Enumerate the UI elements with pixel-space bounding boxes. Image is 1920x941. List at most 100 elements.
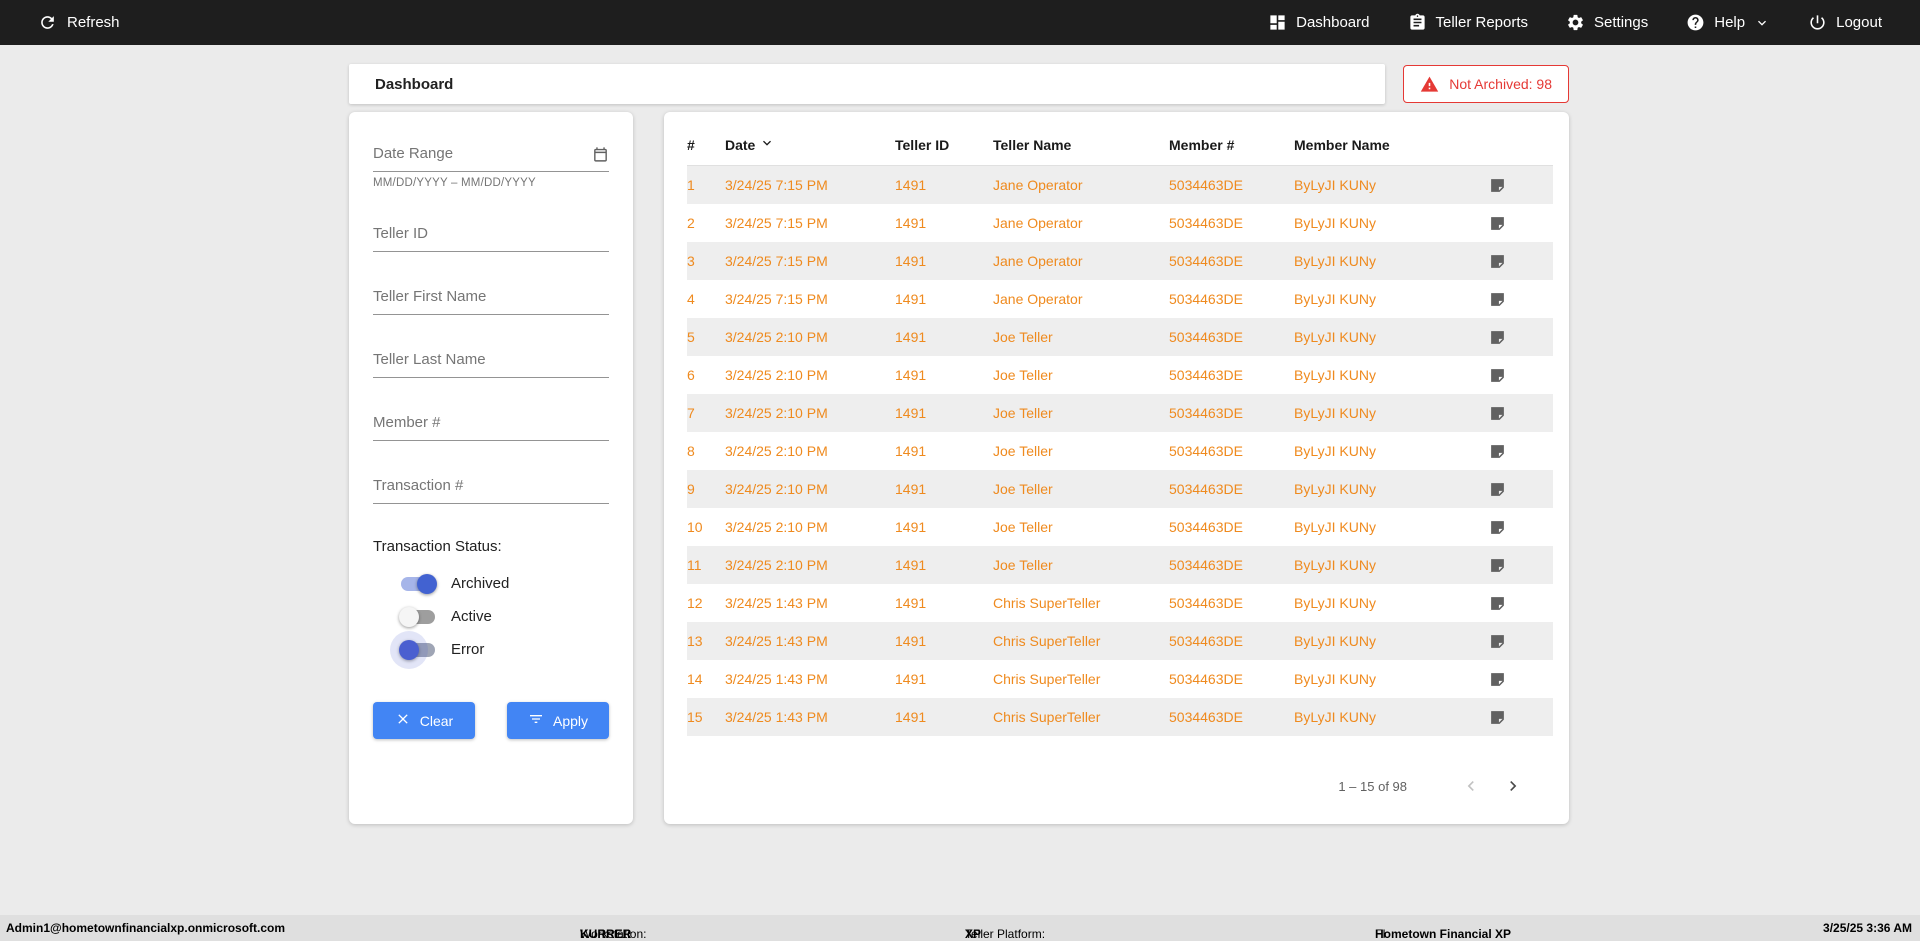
nav-teller-reports-label: Teller Reports [1435, 14, 1529, 31]
table-row[interactable]: 1 3/24/25 7:15 PM 1491 Jane Operator 503… [687, 166, 1553, 204]
note-icon[interactable] [1487, 367, 1553, 384]
note-icon[interactable] [1487, 671, 1553, 688]
table-row[interactable]: 10 3/24/25 2:10 PM 1491 Joe Teller 50344… [687, 508, 1553, 546]
refresh-label: Refresh [67, 14, 120, 31]
cell-num: 2 [687, 215, 695, 231]
cell-teller-id: 1491 [895, 215, 927, 231]
reports-icon [1408, 13, 1427, 32]
refresh-icon [38, 13, 57, 32]
cell-member-name: ByLyJI KUNy [1294, 595, 1376, 611]
table-row[interactable]: 14 3/24/25 1:43 PM 1491 Chris SuperTelle… [687, 660, 1553, 698]
cell-member-num: 5034463DE [1169, 595, 1243, 611]
date-range-input[interactable] [373, 138, 609, 172]
cell-date: 3/24/25 1:43 PM [725, 671, 828, 687]
table-row[interactable]: 15 3/24/25 1:43 PM 1491 Chris SuperTelle… [687, 698, 1553, 736]
table-row[interactable]: 11 3/24/25 2:10 PM 1491 Joe Teller 50344… [687, 546, 1553, 584]
table-row[interactable]: 7 3/24/25 2:10 PM 1491 Joe Teller 503446… [687, 394, 1553, 432]
cell-teller-id: 1491 [895, 519, 927, 535]
cell-date: 3/24/25 2:10 PM [725, 329, 828, 345]
note-icon[interactable] [1487, 329, 1553, 346]
cell-member-num: 5034463DE [1169, 443, 1243, 459]
table-row[interactable]: 2 3/24/25 7:15 PM 1491 Jane Operator 503… [687, 204, 1553, 242]
clear-button[interactable]: Clear [373, 702, 475, 739]
teller-last-name-input[interactable] [373, 344, 609, 378]
teller-first-name-input[interactable] [373, 281, 609, 315]
col-num[interactable]: # [687, 137, 725, 153]
cell-member-num: 5034463DE [1169, 709, 1243, 725]
note-icon[interactable] [1487, 177, 1553, 194]
transaction-number-input[interactable] [373, 470, 609, 504]
calendar-icon[interactable] [592, 146, 609, 168]
chevron-down-icon [1754, 15, 1770, 31]
transaction-status-label: Transaction Status: [373, 538, 502, 555]
col-date[interactable]: Date [725, 135, 895, 154]
page-next-button[interactable] [1501, 774, 1525, 798]
page-prev-button[interactable] [1459, 774, 1483, 798]
cell-teller-id: 1491 [895, 329, 927, 345]
help-icon [1686, 13, 1705, 32]
cell-teller-id: 1491 [895, 443, 927, 459]
cell-num: 10 [687, 519, 703, 535]
note-icon[interactable] [1487, 405, 1553, 422]
cell-member-name: ByLyJI KUNy [1294, 253, 1376, 269]
cell-member-name: ByLyJI KUNy [1294, 177, 1376, 193]
nav-dashboard[interactable]: Dashboard [1268, 13, 1370, 32]
nav-settings[interactable]: Settings [1566, 13, 1648, 32]
note-icon[interactable] [1487, 481, 1553, 498]
table-row[interactable]: 3 3/24/25 7:15 PM 1491 Jane Operator 503… [687, 242, 1553, 280]
dashboard-icon [1268, 13, 1287, 32]
member-number-input[interactable] [373, 407, 609, 441]
cell-teller-name: Joe Teller [993, 557, 1053, 573]
note-icon[interactable] [1487, 519, 1553, 536]
archived-switch[interactable] [401, 573, 437, 594]
toggle-archived[interactable]: Archived [373, 573, 609, 594]
apply-button-label: Apply [552, 712, 589, 729]
status-bar: Admin1@hometownfinancialxp.onmicrosoft.c… [0, 915, 1920, 941]
teller-id-input[interactable] [373, 218, 609, 252]
nav-logout-label: Logout [1836, 14, 1882, 31]
pagination-range: 1 – 15 of 98 [1338, 778, 1407, 794]
nav-logout[interactable]: Logout [1808, 13, 1882, 32]
table-row[interactable]: 9 3/24/25 2:10 PM 1491 Joe Teller 503446… [687, 470, 1553, 508]
note-icon[interactable] [1487, 291, 1553, 308]
table-row[interactable]: 13 3/24/25 1:43 PM 1491 Chris SuperTelle… [687, 622, 1553, 660]
toggle-error[interactable]: Error [373, 639, 609, 660]
archived-toggle-label: Archived [451, 575, 510, 592]
note-icon[interactable] [1487, 557, 1553, 574]
cell-teller-id: 1491 [895, 367, 927, 383]
cell-date: 3/24/25 1:43 PM [725, 595, 828, 611]
note-icon[interactable] [1487, 709, 1553, 726]
col-member-name[interactable]: Member Name [1294, 137, 1487, 153]
nav-help[interactable]: Help [1686, 13, 1770, 32]
cell-teller-name: Chris SuperTeller [993, 633, 1101, 649]
table-row[interactable]: 8 3/24/25 2:10 PM 1491 Joe Teller 503446… [687, 432, 1553, 470]
col-member-num[interactable]: Member # [1169, 137, 1294, 153]
workstation-value: KURRER [580, 927, 632, 941]
not-archived-badge[interactable]: Not Archived: 98 [1403, 65, 1569, 103]
refresh-button[interactable]: Refresh [38, 13, 120, 32]
apply-button[interactable]: Apply [507, 702, 609, 739]
table-row[interactable]: 6 3/24/25 2:10 PM 1491 Joe Teller 503446… [687, 356, 1553, 394]
table-row[interactable]: 12 3/24/25 1:43 PM 1491 Chris SuperTelle… [687, 584, 1553, 622]
settings-icon [1566, 13, 1585, 32]
cell-member-name: ByLyJI KUNy [1294, 519, 1376, 535]
table-row[interactable]: 5 3/24/25 2:10 PM 1491 Joe Teller 503446… [687, 318, 1553, 356]
cell-teller-id: 1491 [895, 595, 927, 611]
table-row[interactable]: 4 3/24/25 7:15 PM 1491 Jane Operator 503… [687, 280, 1553, 318]
nav-teller-reports[interactable]: Teller Reports [1408, 13, 1529, 32]
cell-teller-id: 1491 [895, 709, 927, 725]
cell-num: 7 [687, 405, 695, 421]
note-icon[interactable] [1487, 595, 1553, 612]
toggle-active[interactable]: Active [373, 606, 609, 627]
note-icon[interactable] [1487, 443, 1553, 460]
note-icon[interactable] [1487, 253, 1553, 270]
cell-num: 1 [687, 177, 695, 193]
active-switch[interactable] [399, 606, 435, 627]
error-switch[interactable] [399, 639, 435, 660]
cell-date: 3/24/25 2:10 PM [725, 557, 828, 573]
col-teller-id[interactable]: Teller ID [895, 137, 993, 153]
note-icon[interactable] [1487, 633, 1553, 650]
note-icon[interactable] [1487, 215, 1553, 232]
col-teller-name[interactable]: Teller Name [993, 137, 1169, 153]
cell-member-num: 5034463DE [1169, 633, 1243, 649]
